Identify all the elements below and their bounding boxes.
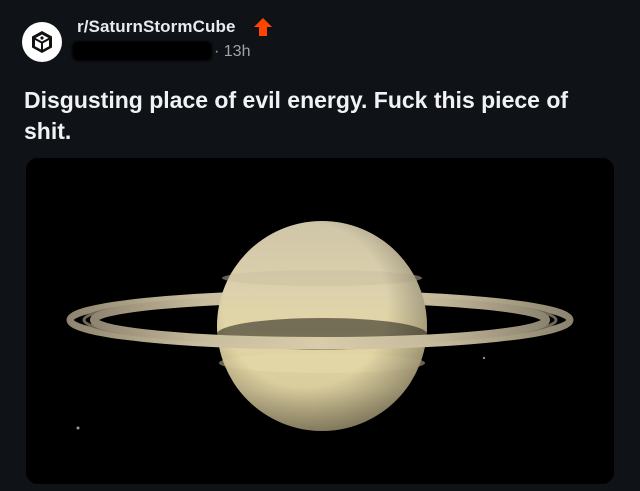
cube-logo-icon (32, 31, 52, 53)
post-time: 13h (223, 43, 251, 60)
subreddit-avatar[interactable] (22, 22, 62, 62)
meta-separator: · (214, 43, 220, 60)
reddit-post: r/SaturnStormCube · 13h Disgusting place… (0, 0, 640, 491)
upvote-arrow-icon[interactable] (252, 16, 274, 38)
redacted-username (72, 41, 212, 61)
saturn-image (26, 158, 614, 484)
post-meta: · 13h (214, 43, 250, 61)
post-image[interactable] (26, 158, 614, 484)
subreddit-name[interactable]: r/SaturnStormCube (77, 17, 236, 37)
post-title[interactable]: Disgusting place of evil energy. Fuck th… (24, 85, 614, 147)
